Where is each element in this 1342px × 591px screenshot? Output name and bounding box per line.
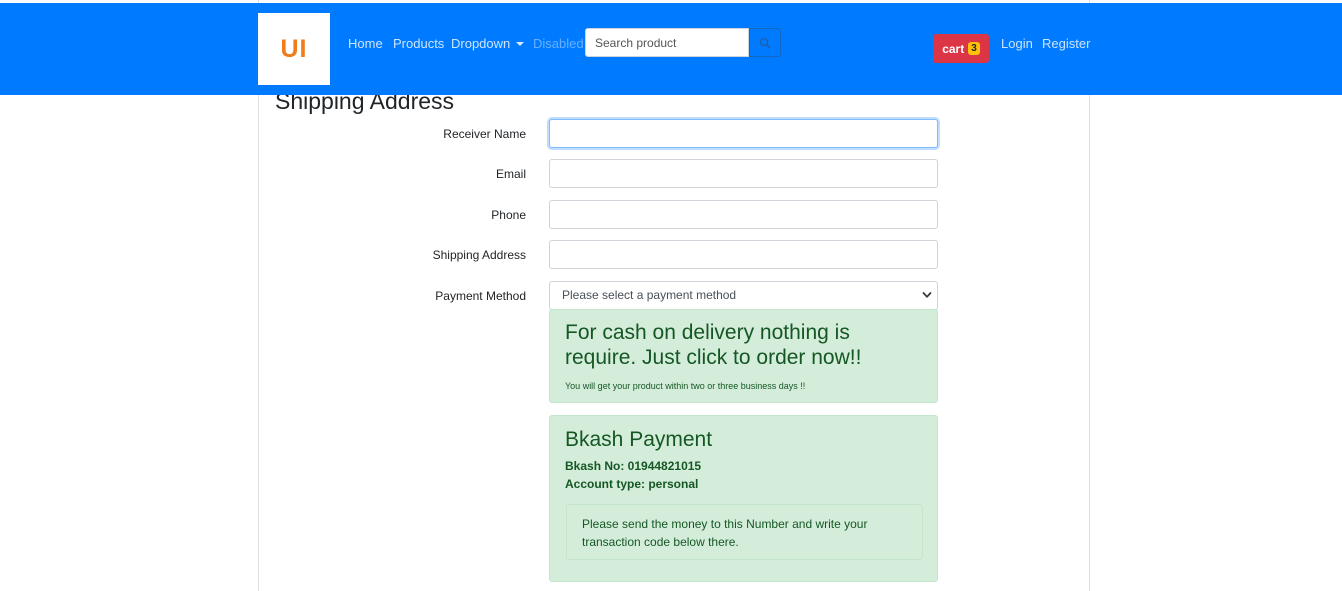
nav-products-link[interactable]: Products [393, 36, 444, 51]
cod-alert: For cash on delivery nothing is require.… [549, 309, 938, 403]
bkash-alert: Bkash Payment Bkash No: 01944821015 Acco… [549, 415, 938, 582]
cod-note: You will get your product within two or … [565, 381, 806, 391]
nav-dropdown-toggle[interactable]: Dropdown [451, 36, 525, 51]
payment-method-label: Payment Method [435, 289, 526, 303]
receiver-name-label: Receiver Name [443, 127, 526, 141]
bkash-number: Bkash No: 01944821015 [565, 459, 702, 473]
phone-label: Phone [491, 208, 526, 222]
bkash-instruction: Please send the money to this Number and… [566, 504, 923, 560]
cart-count-badge: 3 [968, 42, 980, 55]
nav-home-link[interactable]: Home [348, 36, 383, 51]
cart-label: cart [942, 41, 965, 56]
cart-button[interactable]: cart 3 [933, 34, 989, 63]
cod-title: For cash on delivery nothing is require.… [565, 321, 862, 369]
logo[interactable]: UI [258, 13, 330, 85]
nav-disabled-link: Disabled [533, 36, 584, 51]
chevron-down-icon [922, 292, 932, 298]
bkash-title: Bkash Payment [565, 428, 713, 451]
shipping-address-label: Shipping Address [432, 248, 526, 262]
shipping-address-input[interactable] [549, 240, 938, 269]
email-label: Email [495, 167, 526, 181]
search-icon [759, 37, 771, 49]
login-link[interactable]: Login [1001, 36, 1033, 51]
logo-text: UI [280, 34, 308, 63]
phone-input[interactable] [549, 200, 938, 229]
email-input[interactable] [549, 159, 938, 188]
caret-down-icon [516, 42, 525, 46]
bkash-account-type: Account type: personal [565, 477, 699, 491]
receiver-name-input[interactable] [549, 119, 938, 148]
navbar: UI Home Products Dropdown Disabled cart … [0, 3, 1342, 95]
register-link[interactable]: Register [1042, 36, 1090, 51]
payment-method-select[interactable]: Please select a payment method [549, 281, 938, 310]
nav-dropdown-label: Dropdown [451, 36, 511, 51]
search-button[interactable] [749, 28, 781, 57]
search-input[interactable] [585, 28, 749, 57]
payment-method-selected: Please select a payment method [562, 288, 737, 302]
